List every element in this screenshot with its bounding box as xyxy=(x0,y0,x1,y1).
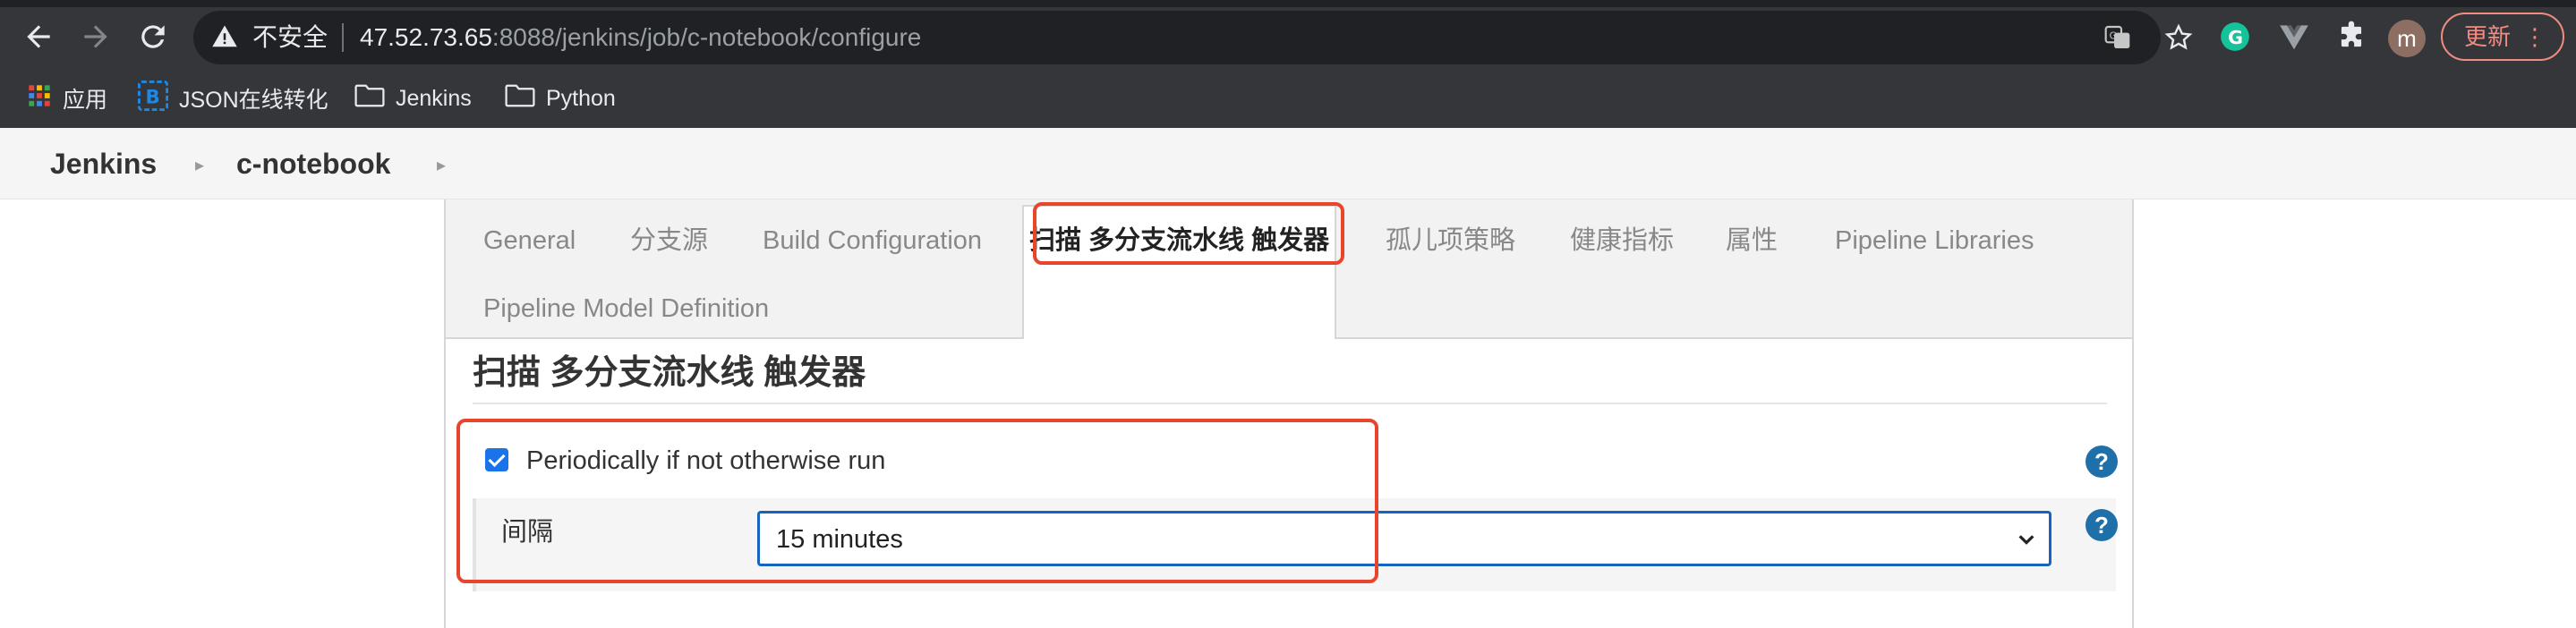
url-path: :8088/jenkins/job/c-notebook/configure xyxy=(491,23,922,51)
tab-strip xyxy=(0,0,2576,7)
extensions-icon[interactable] xyxy=(2334,20,2368,54)
tab-scan-triggers[interactable]: 扫描 多分支流水线 触发器 xyxy=(1022,205,1337,339)
bookmarks-bar: 应用 B JSON在线转化 Jenkins Python xyxy=(0,77,2576,120)
chevron-right-icon[interactable]: ▸ xyxy=(437,149,446,182)
more-icon: ⋮ xyxy=(2523,23,2546,50)
periodic-checkbox[interactable] xyxy=(485,448,508,471)
folder-icon xyxy=(505,83,535,115)
interval-select[interactable]: 15 minutes xyxy=(757,511,2051,566)
periodic-option: Periodically if not otherwise run xyxy=(473,436,2107,486)
bookmark-jenkins[interactable]: Jenkins xyxy=(354,77,472,120)
breadcrumb-jenkins[interactable]: Jenkins xyxy=(50,148,157,180)
tab-orphan-strategy[interactable]: 孤儿项策略 xyxy=(1386,225,1515,257)
bookmark-label: 应用 xyxy=(63,88,108,113)
help-icon[interactable]: ? xyxy=(2086,509,2118,541)
reload-icon[interactable] xyxy=(136,20,170,54)
url-text[interactable]: 47.52.73.65:8088/jenkins/job/c-notebook/… xyxy=(360,21,921,54)
bookmark-apps[interactable]: 应用 xyxy=(27,77,107,120)
section-title: 扫描 多分支流水线 触发器 xyxy=(473,354,866,392)
grammarly-icon[interactable]: G xyxy=(2218,20,2252,54)
browser-chrome: 不安全 47.52.73.65:8088/jenkins/job/c-noteb… xyxy=(0,0,2576,128)
bookmark-label: Jenkins xyxy=(396,85,472,111)
chevron-down-icon xyxy=(2017,530,2036,549)
tab-branch-sources[interactable]: 分支源 xyxy=(630,225,708,257)
bookmark-json[interactable]: B JSON在线转化 xyxy=(138,77,328,120)
star-icon[interactable] xyxy=(2164,23,2193,52)
interval-label: 间隔 xyxy=(501,518,554,547)
chevron-right-icon[interactable]: ▸ xyxy=(195,149,204,182)
forward-icon[interactable] xyxy=(79,20,113,54)
svg-text:B: B xyxy=(146,86,160,108)
apps-grid-icon xyxy=(27,83,52,115)
folder-icon xyxy=(354,83,385,115)
warning-icon[interactable] xyxy=(211,23,238,50)
bookmark-python[interactable]: Python xyxy=(505,77,616,120)
tab-build-configuration[interactable]: Build Configuration xyxy=(763,225,982,257)
config-tabs: General 分支源 Build Configuration 扫描 多分支流水… xyxy=(446,199,2132,339)
update-button[interactable]: 更新 ⋮ xyxy=(2441,13,2564,61)
bookmark-label: JSON在线转化 xyxy=(179,88,328,113)
interval-row: 间隔 15 minutes xyxy=(473,498,2116,591)
translate-icon[interactable]: G xyxy=(2103,23,2132,52)
tab-health-metrics[interactable]: 健康指标 xyxy=(1570,225,1674,257)
svg-text:G: G xyxy=(2110,30,2117,41)
insecure-label[interactable]: 不安全 xyxy=(252,21,328,54)
tab-general[interactable]: General xyxy=(483,225,576,257)
breadcrumb: Jenkins ▸ c-notebook ▸ xyxy=(0,128,2576,199)
url-host: 47.52.73.65 xyxy=(360,23,492,51)
divider xyxy=(342,23,344,52)
periodic-label[interactable]: Periodically if not otherwise run xyxy=(526,445,885,477)
tab-pipeline-libraries[interactable]: Pipeline Libraries xyxy=(1835,225,2034,257)
section-divider xyxy=(473,403,2107,404)
update-label: 更新 xyxy=(2464,23,2512,50)
breadcrumb-job[interactable]: c-notebook xyxy=(236,148,390,180)
config-panel: General 分支源 Build Configuration 扫描 多分支流水… xyxy=(444,199,2134,628)
vue-devtools-icon[interactable] xyxy=(2277,20,2311,54)
tab-properties[interactable]: 属性 xyxy=(1726,225,1778,257)
help-icon[interactable]: ? xyxy=(2086,446,2118,478)
json-b-icon: B xyxy=(138,80,168,117)
tab-pipeline-model-definition[interactable]: Pipeline Model Definition xyxy=(483,293,769,325)
bookmark-label: Python xyxy=(546,85,616,111)
interval-value: 15 minutes xyxy=(776,525,903,554)
profile-avatar[interactable]: m xyxy=(2388,20,2426,57)
svg-text:G: G xyxy=(2228,27,2243,48)
address-bar[interactable]: 不安全 47.52.73.65:8088/jenkins/job/c-noteb… xyxy=(193,11,2161,64)
back-icon[interactable] xyxy=(21,20,55,54)
